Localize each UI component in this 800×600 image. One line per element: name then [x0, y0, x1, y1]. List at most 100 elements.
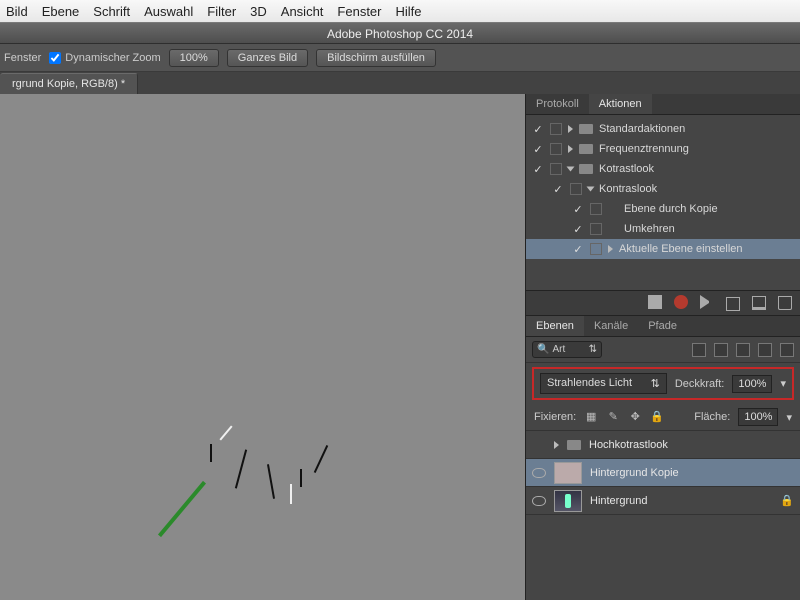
chevron-right-icon[interactable]: [608, 245, 613, 253]
filter-pixel-icon[interactable]: [692, 343, 706, 357]
tab-protokoll[interactable]: Protokoll: [526, 94, 589, 114]
lock-position-icon[interactable]: ✥: [628, 410, 642, 424]
action-label: Kontraslook: [599, 183, 657, 195]
action-label: Kotrastlook: [599, 163, 654, 175]
chevron-right-icon[interactable]: [554, 441, 559, 449]
chevron-down-icon[interactable]: [587, 187, 595, 192]
lock-transparency-icon[interactable]: ▦: [584, 410, 598, 424]
record-icon[interactable]: [674, 295, 688, 309]
chevron-down-icon[interactable]: [567, 167, 575, 172]
fill-screen-button[interactable]: Bildschirm ausfüllen: [316, 49, 436, 67]
tab-kanaele[interactable]: Kanäle: [584, 316, 638, 336]
layer-filter-icons: [692, 343, 794, 357]
chevron-right-icon[interactable]: [568, 145, 573, 153]
check-icon: ✓: [532, 163, 544, 176]
folder-icon: [579, 164, 593, 174]
filter-label: Art: [552, 344, 565, 355]
chevron-right-icon[interactable]: [568, 125, 573, 133]
canvas-area[interactable]: [0, 94, 525, 600]
check-icon: ✓: [572, 203, 584, 216]
layers-panel-tabs: Ebenen Kanäle Pfade: [526, 316, 800, 337]
actions-panel-tabs: Protokoll Aktionen: [526, 94, 800, 115]
scroll-all-windows-checkbox[interactable]: Fenster: [4, 52, 41, 64]
action-step-aktuelle-ebene-einstellen[interactable]: ✓ Aktuelle Ebene einstellen: [526, 239, 800, 259]
canvas-artwork: [170, 414, 370, 574]
dynzoom-label: Dynamischer Zoom: [65, 52, 160, 64]
menu-schrift[interactable]: Schrift: [93, 4, 130, 19]
play-icon[interactable]: [700, 295, 714, 309]
dialog-toggle[interactable]: [590, 223, 602, 235]
layer-hintergrund[interactable]: Hintergrund 🔒: [526, 487, 800, 515]
check-icon: ✓: [532, 143, 544, 156]
dynamic-zoom-checkbox[interactable]: Dynamischer Zoom: [49, 52, 160, 64]
fit-screen-button[interactable]: Ganzes Bild: [227, 49, 308, 67]
tab-aktionen[interactable]: Aktionen: [589, 94, 652, 114]
eye-icon[interactable]: [532, 468, 546, 478]
action-label: Aktuelle Ebene einstellen: [619, 243, 743, 255]
document-tab[interactable]: rgrund Kopie, RGB/8) *: [0, 73, 138, 94]
trash-icon[interactable]: [778, 296, 792, 310]
folder-icon: [579, 144, 593, 154]
action-label: Standardaktionen: [599, 123, 685, 135]
action-step-umkehren[interactable]: ✓ Umkehren: [526, 219, 800, 239]
document-tab-row: rgrund Kopie, RGB/8) *: [0, 72, 800, 94]
menu-3d[interactable]: 3D: [250, 4, 267, 19]
action-set-frequenztrennung[interactable]: ✓ Frequenztrennung: [526, 139, 800, 159]
action-label: Frequenztrennung: [599, 143, 689, 155]
system-menubar[interactable]: Bild Ebene Schrift Auswahl Filter 3D Ans…: [0, 0, 800, 22]
dialog-toggle[interactable]: [550, 123, 562, 135]
filter-shape-icon[interactable]: [758, 343, 772, 357]
fill-flyout-icon[interactable]: ▾: [786, 411, 792, 424]
layer-name: Hintergrund Kopie: [590, 467, 794, 479]
dynzoom-check[interactable]: [49, 52, 61, 64]
blend-mode-value: Strahlendes Licht: [547, 377, 632, 390]
filter-type-icon[interactable]: [736, 343, 750, 357]
action-set-kotrastlook[interactable]: ✓ Kotrastlook: [526, 159, 800, 179]
action-set-standardaktionen[interactable]: ✓ Standardaktionen: [526, 119, 800, 139]
check-icon: ✓: [572, 243, 584, 256]
menu-ansicht[interactable]: Ansicht: [281, 4, 324, 19]
zoom-level-button[interactable]: 100%: [169, 49, 219, 67]
menu-bild[interactable]: Bild: [6, 4, 28, 19]
side-panels: Protokoll Aktionen ✓ Standardaktionen ✓ …: [525, 94, 800, 600]
eye-icon[interactable]: [532, 496, 546, 506]
layer-thumbnail[interactable]: [554, 490, 582, 512]
tab-pfade[interactable]: Pfade: [638, 316, 687, 336]
blend-mode-dropdown[interactable]: Strahlendes Licht ⇅: [540, 373, 667, 394]
layer-thumbnail[interactable]: [554, 462, 582, 484]
menu-hilfe[interactable]: Hilfe: [396, 4, 422, 19]
dialog-toggle[interactable]: [590, 203, 602, 215]
layer-lock-row: Fixieren: ▦ ✎ ✥ 🔒 Fläche: 100% ▾: [526, 404, 800, 431]
layer-hintergrund-kopie[interactable]: Hintergrund Kopie: [526, 459, 800, 487]
new-set-icon[interactable]: [726, 297, 740, 311]
filter-adjust-icon[interactable]: [714, 343, 728, 357]
action-kontraslook[interactable]: ✓ Kontraslook: [526, 179, 800, 199]
new-action-icon[interactable]: [752, 296, 766, 310]
dialog-toggle[interactable]: [590, 243, 602, 255]
menu-auswahl[interactable]: Auswahl: [144, 4, 193, 19]
filter-smart-icon[interactable]: [780, 343, 794, 357]
layers-filter-row: 🔍 Art ⇅: [526, 337, 800, 363]
dialog-toggle[interactable]: [550, 163, 562, 175]
lock-pixels-icon[interactable]: ✎: [606, 410, 620, 424]
menu-filter[interactable]: Filter: [207, 4, 236, 19]
lock-all-icon[interactable]: 🔒: [650, 410, 664, 424]
dialog-toggle[interactable]: [570, 183, 582, 195]
stop-icon[interactable]: [648, 295, 662, 309]
options-bar: Fenster Dynamischer Zoom 100% Ganzes Bil…: [0, 44, 800, 72]
action-label: Ebene durch Kopie: [624, 203, 718, 215]
action-label: Umkehren: [624, 223, 675, 235]
opacity-flyout-icon[interactable]: ▾: [780, 377, 786, 390]
menu-fenster[interactable]: Fenster: [337, 4, 381, 19]
action-step-ebene-durch-kopie[interactable]: ✓ Ebene durch Kopie: [526, 199, 800, 219]
layer-filter-dropdown[interactable]: 🔍 Art ⇅: [532, 341, 602, 358]
folder-icon: [567, 440, 581, 450]
layer-group-hochkotrastlook[interactable]: Hochkotrastlook: [526, 431, 800, 459]
tab-ebenen[interactable]: Ebenen: [526, 316, 584, 336]
lock-icon: 🔒: [780, 494, 794, 507]
fill-value[interactable]: 100%: [738, 408, 778, 426]
menu-ebene[interactable]: Ebene: [42, 4, 80, 19]
check-icon: ✓: [552, 183, 564, 196]
opacity-value[interactable]: 100%: [732, 375, 772, 393]
dialog-toggle[interactable]: [550, 143, 562, 155]
